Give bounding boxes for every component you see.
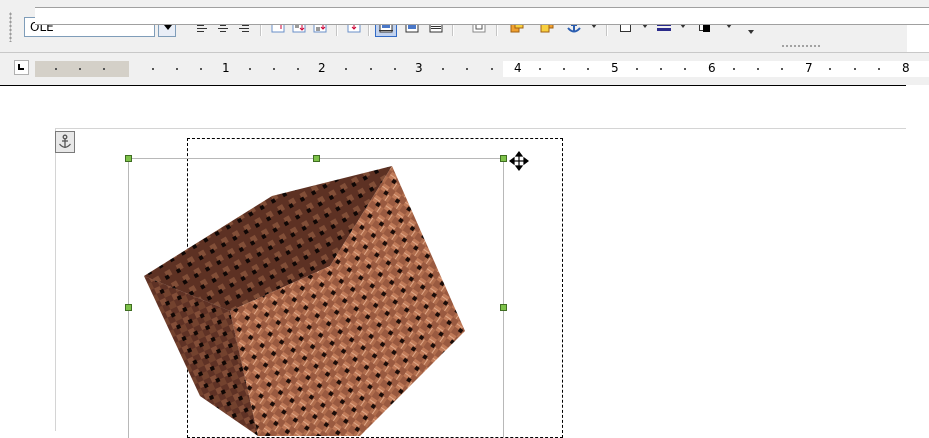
ruler-tick xyxy=(442,68,444,70)
toolbar-options-arrow[interactable] xyxy=(748,30,754,34)
cube-image[interactable] xyxy=(140,166,470,436)
ruler-tick xyxy=(79,68,81,70)
ruler-tick xyxy=(587,68,589,70)
ruler-tick xyxy=(660,68,662,70)
ruler-tick xyxy=(733,68,735,70)
ruler-tick xyxy=(684,68,686,70)
ruler-label: 1 xyxy=(222,61,230,75)
text-boundary-left xyxy=(55,128,56,431)
toolbar-grip[interactable] xyxy=(9,12,12,42)
ruler-label: 8 xyxy=(902,61,910,75)
ruler-tick xyxy=(297,68,299,70)
right-edge-strip xyxy=(906,86,929,431)
tab-stop-selector[interactable] xyxy=(14,60,29,75)
ruler-tick xyxy=(854,68,856,70)
ruler-tick xyxy=(103,68,105,70)
resize-handle-top-right[interactable] xyxy=(500,155,507,162)
resize-handle-top-center[interactable] xyxy=(313,155,320,162)
ruler-tick xyxy=(466,68,468,70)
horizontal-ruler[interactable] xyxy=(35,7,929,25)
resize-handle-top-left[interactable] xyxy=(125,155,132,162)
ruler-tick xyxy=(539,68,541,70)
move-cursor-icon xyxy=(509,151,529,171)
ruler-tick xyxy=(200,68,202,70)
ruler-tick xyxy=(176,68,178,70)
toolbar-overflow-grip[interactable] xyxy=(781,44,821,48)
ruler-tick xyxy=(152,68,154,70)
resize-handle-middle-left[interactable] xyxy=(125,304,132,311)
ruler-label: 7 xyxy=(805,61,813,75)
ruler-tick xyxy=(757,68,759,70)
ruler-tick xyxy=(55,68,57,70)
ruler-tick xyxy=(563,68,565,70)
ruler-tick xyxy=(273,68,275,70)
ruler-tick xyxy=(878,68,880,70)
anchor-icon xyxy=(59,134,71,148)
ruler-tick xyxy=(491,68,493,70)
text-boundary-top xyxy=(55,128,906,129)
ruler-tick xyxy=(370,68,372,70)
ruler-right-zone xyxy=(503,61,929,77)
ruler-tick xyxy=(249,68,251,70)
ruler-label: 4 xyxy=(514,61,522,75)
ruler-tick xyxy=(636,68,638,70)
ruler-left-margin xyxy=(35,61,129,77)
ruler-label: 3 xyxy=(415,61,423,75)
ruler-label: 5 xyxy=(611,61,619,75)
resize-handle-middle-right[interactable] xyxy=(500,304,507,311)
ruler-tick xyxy=(829,68,831,70)
object-anchor-marker[interactable] xyxy=(55,131,75,153)
ruler-label: 6 xyxy=(708,61,716,75)
ruler-tick xyxy=(781,68,783,70)
ruler-label: 2 xyxy=(318,61,326,75)
ruler-tick xyxy=(345,68,347,70)
ruler-tick xyxy=(394,68,396,70)
